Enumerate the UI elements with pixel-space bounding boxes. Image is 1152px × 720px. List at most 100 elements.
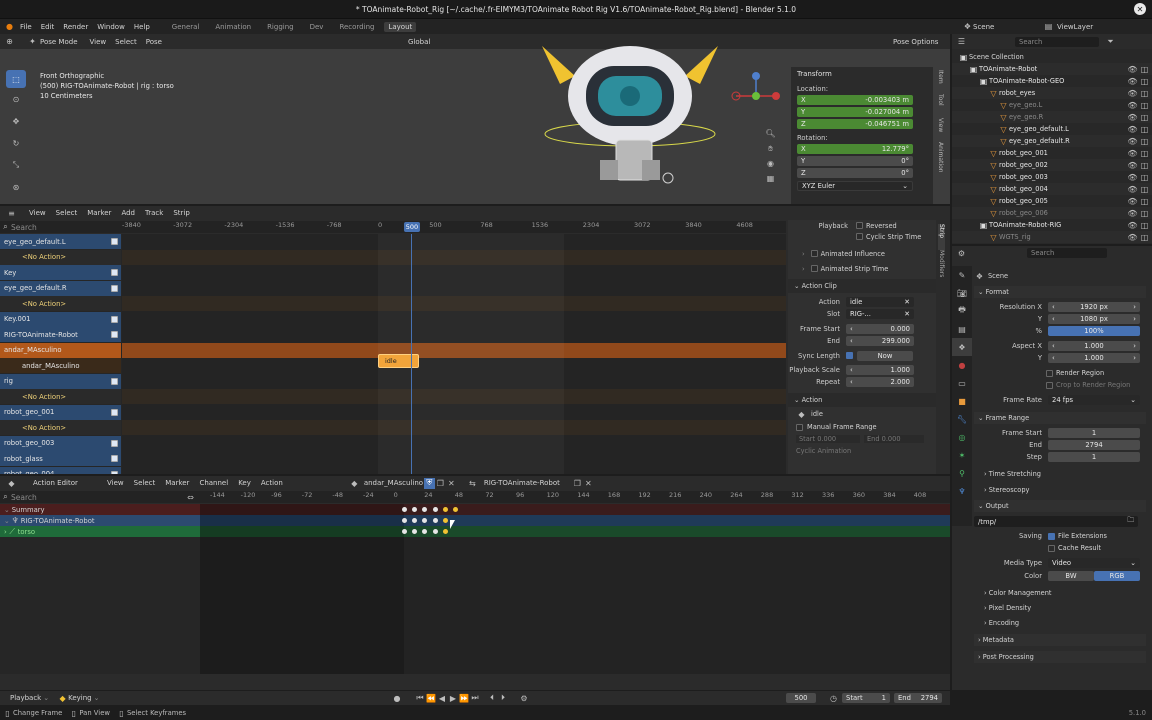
- sync-now-button[interactable]: Now: [857, 350, 913, 361]
- nla-channel-noact[interactable]: <No Action>: [0, 249, 121, 265]
- blender-logo-icon[interactable]: ●: [4, 21, 15, 32]
- nla-channel-obj[interactable]: robot_geo_001: [0, 404, 121, 420]
- action-selector[interactable]: idle ✕: [846, 297, 914, 307]
- channel-enable-checkbox[interactable]: [111, 439, 118, 447]
- summary-channel[interactable]: ⌄ Summary: [0, 504, 200, 515]
- nla-channel-obj[interactable]: eye_geo_default.R: [0, 280, 121, 296]
- editor-type-icon[interactable]: ⊕: [4, 36, 15, 47]
- nla-channel-obj[interactable]: robot_geo_003: [0, 435, 121, 451]
- outliner-item[interactable]: ▽ robot_geo_003 👁︎ ◫: [952, 171, 1152, 183]
- tab-dev[interactable]: Dev: [310, 23, 324, 31]
- visibility-eye-icon[interactable]: 👁︎: [1127, 208, 1138, 219]
- render-camera-icon[interactable]: ◫: [1139, 64, 1150, 75]
- encoding-header[interactable]: › Encoding: [974, 617, 1146, 629]
- render-camera-icon[interactable]: ◫: [1139, 172, 1150, 183]
- outliner-item[interactable]: ▽ robot_geo_006 👁︎ ◫: [952, 207, 1152, 219]
- media-type-dropdown[interactable]: Video ⌄: [1048, 558, 1140, 568]
- keying-menu[interactable]: Keying: [68, 694, 92, 702]
- unlink-action-icon[interactable]: ✕: [446, 478, 457, 489]
- world-tab-icon[interactable]: ●: [952, 356, 972, 374]
- outliner-item[interactable]: ▣ Scene Collection: [952, 51, 1152, 63]
- viewport-menu-pose[interactable]: Pose: [146, 38, 162, 46]
- render-camera-icon[interactable]: ◫: [1139, 76, 1150, 87]
- res-y-field[interactable]: ‹ 1080 px ›: [1048, 314, 1140, 324]
- outliner-item[interactable]: ▣ TOAnimate-Robot-RIG 👁︎ ◫: [952, 219, 1152, 231]
- tab-animation-side[interactable]: Animation: [937, 142, 944, 182]
- render-camera-icon[interactable]: ◫: [1139, 220, 1150, 231]
- channel-enable-checkbox[interactable]: [111, 315, 118, 323]
- render-camera-icon[interactable]: ◫: [1139, 184, 1150, 195]
- ae-keyframe-area[interactable]: [200, 504, 950, 674]
- rotation-z-field[interactable]: Z 0°: [797, 168, 913, 178]
- channel-enable-checkbox[interactable]: [111, 408, 118, 416]
- color-rgb-button[interactable]: RGB: [1094, 571, 1140, 581]
- nla-playhead-marker[interactable]: 500: [404, 222, 420, 232]
- tool-tab-icon[interactable]: ✎: [952, 266, 972, 284]
- ae-menu-action[interactable]: Action: [261, 479, 283, 487]
- jump-prev-key-icon[interactable]: ⏪: [426, 693, 437, 704]
- tab-animation[interactable]: Animation: [215, 23, 251, 31]
- object-tab-icon[interactable]: ■: [952, 392, 972, 410]
- location-x-field[interactable]: X -0.003403 m: [797, 95, 913, 105]
- scene-tab-icon[interactable]: ❖: [952, 338, 972, 356]
- playback-scale-field[interactable]: ‹ 1.000: [846, 365, 914, 375]
- slot-selector[interactable]: RIG-... ✕: [846, 309, 914, 319]
- physics-tab-icon[interactable]: ◎: [952, 428, 972, 446]
- properties-editor-icon[interactable]: ⚙: [956, 248, 967, 259]
- outliner-item[interactable]: ▽ eye_geo.L 👁︎ ◫: [952, 99, 1152, 111]
- animated-influence-checkbox[interactable]: [810, 250, 818, 257]
- outliner-item[interactable]: ▽ robot_geo_005 👁︎ ◫: [952, 195, 1152, 207]
- close-window-icon[interactable]: ✕: [1134, 3, 1146, 15]
- color-management-header[interactable]: › Color Management: [974, 587, 1146, 599]
- nla-channel-action[interactable]: andar_MAsculino: [0, 358, 121, 373]
- play-reverse-icon[interactable]: ◀: [437, 693, 448, 704]
- crop-region-checkbox[interactable]: [1046, 381, 1053, 389]
- rotation-mode-dropdown[interactable]: XYZ Euler ⌄: [797, 181, 913, 191]
- group-channel-torso[interactable]: › ⟋ torso: [0, 526, 200, 537]
- keyframe[interactable]: [402, 518, 407, 523]
- keyframe[interactable]: [402, 507, 407, 512]
- outliner-item[interactable]: ▽ robot_geo_001 👁︎ ◫: [952, 147, 1152, 159]
- outliner-item[interactable]: ▣ TOAnimate-Robot 👁︎ ◫: [952, 63, 1152, 75]
- nla-track-area[interactable]: idle: [122, 234, 786, 474]
- render-camera-icon[interactable]: ◫: [1139, 88, 1150, 99]
- output-path-field[interactable]: /tmp/🗀︎: [974, 516, 1138, 527]
- ae-menu-marker[interactable]: Marker: [165, 479, 189, 487]
- nla-channel-obj[interactable]: robot_geo_004: [0, 466, 121, 474]
- nla-menu-view[interactable]: View: [29, 209, 46, 217]
- scene-name[interactable]: Scene: [973, 23, 1043, 31]
- pixel-density-header[interactable]: › Pixel Density: [974, 602, 1146, 614]
- nla-strip-idle[interactable]: idle: [378, 354, 419, 368]
- file-extensions-checkbox[interactable]: [1048, 532, 1055, 540]
- data-tab-icon[interactable]: ⚲: [952, 464, 972, 482]
- channel-enable-checkbox[interactable]: [111, 269, 118, 276]
- ortho-grid-icon[interactable]: ▦: [765, 171, 776, 186]
- visibility-eye-icon[interactable]: 👁︎: [1127, 124, 1138, 135]
- nla-editor-icon[interactable]: ≡: [6, 208, 17, 219]
- keyframe[interactable]: [432, 507, 438, 512]
- tab-tool[interactable]: Tool: [937, 94, 944, 118]
- res-x-field[interactable]: ‹ 1920 px ›: [1048, 302, 1140, 312]
- keyframe[interactable]: [442, 518, 448, 523]
- nla-channel-noact[interactable]: <No Action>: [0, 420, 121, 435]
- rotate-tool-icon[interactable]: ↻: [6, 132, 26, 154]
- channel-enable-checkbox[interactable]: [111, 331, 118, 338]
- outliner-item[interactable]: ▽ eye_geo_default.L 👁︎ ◫: [952, 123, 1152, 135]
- camera-view-icon[interactable]: ◉: [765, 156, 776, 171]
- start-frame-field[interactable]: Start 1: [842, 693, 890, 703]
- format-panel-header[interactable]: ⌄ Format: [974, 286, 1146, 298]
- render-camera-icon[interactable]: ◫: [1139, 196, 1150, 207]
- cursor-tool-icon[interactable]: ⊙: [6, 88, 26, 110]
- reversed-checkbox[interactable]: [856, 222, 863, 229]
- outliner-editor-icon[interactable]: ☰: [956, 36, 967, 47]
- ae-ruler[interactable]: -144 -120 -96 -72 -48 -24 0 24 48 72 96 120 144 168 19…: [200, 491, 950, 503]
- scene-frame-end-field[interactable]: 2794: [1048, 440, 1140, 450]
- pose-options-button[interactable]: Pose Options: [893, 38, 938, 46]
- action-selector-ae[interactable]: andar_MAsculino: [364, 479, 424, 487]
- nla-menu-select[interactable]: Select: [56, 209, 78, 217]
- outliner-item[interactable]: ▽ WGTS_rig 👁︎ ◫: [952, 231, 1152, 243]
- tab-recording[interactable]: Recording: [339, 23, 374, 31]
- manual-start-field[interactable]: Start 0.000: [796, 435, 860, 443]
- frame-step-field[interactable]: 1: [1048, 452, 1140, 462]
- visibility-eye-icon[interactable]: 👁︎: [1127, 88, 1138, 99]
